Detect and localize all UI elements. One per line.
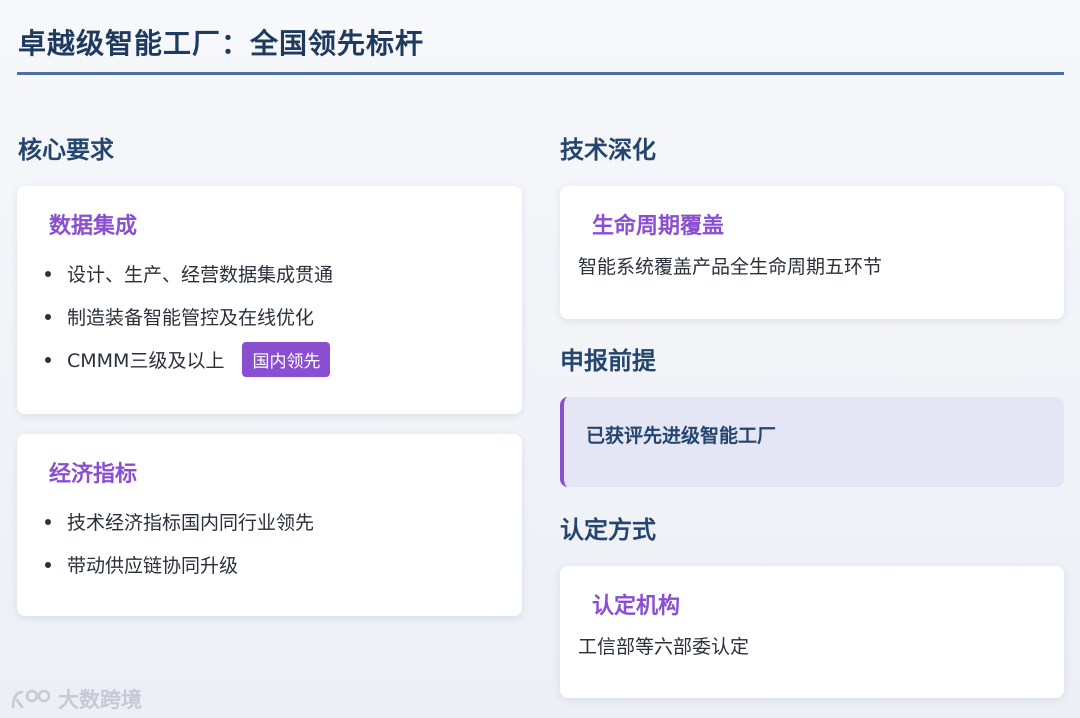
list-item-text: 制造装备智能管控及在线优化	[67, 307, 315, 329]
bullet-dot-icon	[45, 518, 51, 525]
prerequisite-callout: 已获评先进级智能工厂	[560, 397, 1064, 487]
watermark: 大数跨境	[10, 684, 142, 714]
title-divider	[17, 72, 1064, 75]
bullet-dot-icon	[45, 561, 51, 568]
section-heading-tech-deepening: 技术深化	[560, 136, 656, 164]
section-heading-application-prerequisite: 申报前提	[560, 347, 656, 375]
list-item: 技术经济指标国内同行业领先	[45, 500, 314, 543]
card-title-lifecycle-coverage: 生命周期覆盖	[592, 214, 725, 239]
brand-logo-icon	[11, 689, 51, 709]
list-item: 带动供应链协同升级	[45, 543, 314, 586]
domestic-leading-badge: 国内领先	[242, 342, 331, 377]
callout-text: 已获评先进级智能工厂	[586, 425, 777, 447]
card-lifecycle-coverage: 生命周期覆盖 智能系统覆盖产品全生命周期五环节	[560, 186, 1064, 319]
card-title-certification-authority: 认定机构	[592, 594, 681, 619]
section-heading-core-requirements: 核心要求	[18, 136, 114, 164]
list-item-text: 设计、生产、经营数据集成贯通	[67, 264, 334, 286]
list-item: 设计、生产、经营数据集成贯通	[45, 252, 333, 295]
bullet-dot-icon	[45, 270, 51, 277]
watermark-text: 大数跨境	[58, 688, 142, 712]
bullet-dot-icon	[45, 356, 51, 363]
bullet-list: 设计、生产、经营数据集成贯通 制造装备智能管控及在线优化 CMMM三级及以上 国…	[45, 252, 333, 381]
list-item-text: CMMM三级及以上	[67, 350, 225, 372]
list-item-text: 技术经济指标国内同行业领先	[67, 512, 315, 534]
card-text-lifecycle: 智能系统覆盖产品全生命周期五环节	[578, 256, 883, 278]
bullet-dot-icon	[45, 313, 51, 320]
list-item-text: 带动供应链协同升级	[67, 555, 239, 577]
card-certification-authority: 认定机构 工信部等六部委认定	[560, 566, 1064, 698]
card-data-integration: 数据集成 设计、生产、经营数据集成贯通 制造装备智能管控及在线优化 CMMM三级…	[17, 186, 522, 414]
page-title: 卓越级智能工厂：全国领先标杆	[18, 27, 425, 60]
bullet-list: 技术经济指标国内同行业领先 带动供应链协同升级	[45, 500, 314, 586]
section-heading-certification-method: 认定方式	[560, 516, 656, 544]
card-title-economic-indicators: 经济指标	[49, 462, 138, 487]
list-item: CMMM三级及以上 国内领先	[45, 338, 333, 381]
list-item: 制造装备智能管控及在线优化	[45, 295, 333, 338]
card-title-data-integration: 数据集成	[49, 214, 138, 239]
card-text-certification: 工信部等六部委认定	[578, 636, 750, 658]
card-economic-indicators: 经济指标 技术经济指标国内同行业领先 带动供应链协同升级	[17, 434, 522, 616]
